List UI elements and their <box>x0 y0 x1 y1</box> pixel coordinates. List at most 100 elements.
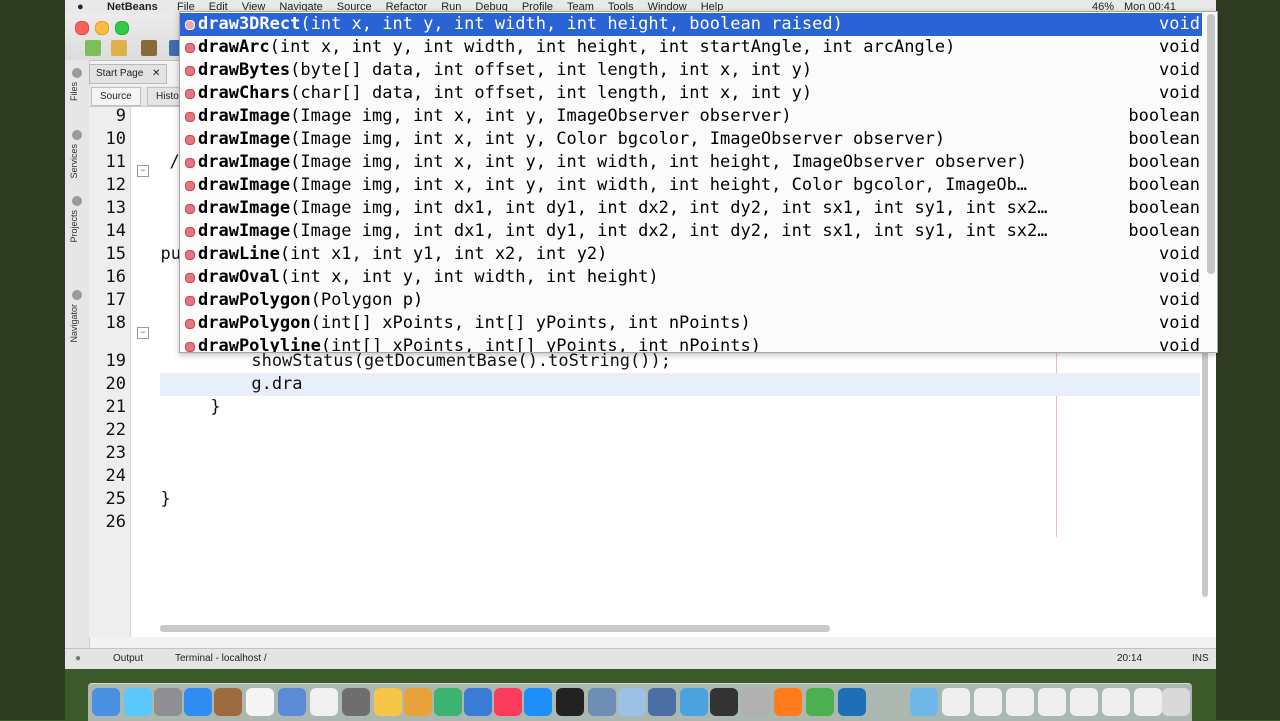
terminal-tab[interactable]: Terminal - localhost / <box>175 649 267 669</box>
zoom-window-button[interactable] <box>115 21 129 35</box>
disk-utility-icon[interactable] <box>742 688 770 716</box>
notes-icon[interactable] <box>310 688 338 716</box>
word-icon[interactable] <box>680 688 708 716</box>
completion-return-type: boolean <box>1128 197 1200 220</box>
completion-return-type: void <box>1159 82 1200 105</box>
line-number: 20 <box>105 374 126 394</box>
method-icon <box>185 43 195 53</box>
document-icon[interactable] <box>1102 688 1130 716</box>
navigator-icon[interactable] <box>72 290 82 300</box>
services-panel-tab[interactable]: Services <box>69 144 79 179</box>
files-icon[interactable] <box>72 68 82 78</box>
contacts-icon[interactable] <box>214 688 242 716</box>
completion-item[interactable]: drawImage(Image img, int x, int y, Image… <box>180 105 1202 128</box>
completion-signature: (char[] data, int offset, int length, in… <box>290 83 813 103</box>
trash-icon[interactable] <box>1162 688 1190 716</box>
line-number: 11 <box>105 152 126 172</box>
caret-position: 20:14 <box>1117 653 1143 664</box>
completion-item[interactable]: drawImage(Image img, int x, int y, int w… <box>180 174 1202 197</box>
pages-icon[interactable] <box>404 688 432 716</box>
completion-signature: (int x1, int y1, int x2, int y2) <box>279 244 608 264</box>
completion-method-name: drawImage <box>198 221 291 241</box>
close-tab-icon[interactable]: ✕ <box>152 68 160 79</box>
output-tab[interactable]: Output <box>113 649 143 669</box>
preview-icon[interactable] <box>588 688 616 716</box>
document-icon[interactable] <box>1038 688 1066 716</box>
new-file-icon[interactable] <box>85 40 101 56</box>
completion-item[interactable]: drawPolyline(int[] xPoints, int[] yPoint… <box>180 335 1202 352</box>
finder-icon[interactable] <box>92 688 120 716</box>
completion-item-selected[interactable]: draw3DRect(int x, int y, int width, int … <box>180 13 1202 36</box>
completion-method-name: drawOval <box>198 267 280 287</box>
completion-return-type: void <box>1159 36 1200 59</box>
line-number: 21 <box>105 397 126 417</box>
output-icon[interactable]: ● <box>75 649 81 669</box>
firefox-icon[interactable] <box>774 688 802 716</box>
terminal-icon[interactable] <box>556 688 584 716</box>
line-number: 16 <box>105 267 126 287</box>
completion-item[interactable]: drawBytes(byte[] data, int offset, int l… <box>180 59 1202 82</box>
horizontal-scrollbar[interactable] <box>160 625 830 632</box>
completion-item[interactable]: drawOval(int x, int y, int width, int he… <box>180 266 1202 289</box>
services-icon[interactable] <box>72 130 82 140</box>
fold-toggle-icon[interactable]: − <box>137 165 149 177</box>
completion-signature: (Polygon p) <box>310 290 424 310</box>
source-tab[interactable]: Source <box>91 87 141 106</box>
completion-return-type: boolean <box>1128 105 1200 128</box>
apple-menu-icon[interactable]: ● <box>77 0 84 14</box>
completion-item[interactable]: drawChars(char[] data, int offset, int l… <box>180 82 1202 105</box>
completion-item[interactable]: drawImage(Image img, int dx1, int dy1, i… <box>180 197 1202 220</box>
safari-icon[interactable] <box>184 688 212 716</box>
completion-item[interactable]: drawImage(Image img, int x, int y, int w… <box>180 151 1202 174</box>
keynote-icon[interactable] <box>464 688 492 716</box>
navigator-panel-tab[interactable]: Navigator <box>69 304 79 343</box>
method-icon <box>185 20 195 30</box>
completion-return-type: void <box>1159 243 1200 266</box>
document-icon[interactable] <box>1006 688 1034 716</box>
document-icon[interactable] <box>942 688 970 716</box>
completion-method-name: drawBytes <box>198 60 291 80</box>
new-project-icon[interactable] <box>111 40 127 56</box>
numbers-icon[interactable] <box>434 688 462 716</box>
code-line: } <box>149 397 221 417</box>
completion-item[interactable]: drawImage(Image img, int x, int y, Color… <box>180 128 1202 151</box>
completion-method-name: drawPolygon <box>198 313 311 333</box>
tab-start-page[interactable]: Start Page ✕ <box>89 64 168 84</box>
console-icon[interactable] <box>710 688 738 716</box>
netbeans-icon[interactable] <box>618 688 646 716</box>
completion-signature: (byte[] data, int offset, int length, in… <box>290 60 813 80</box>
minimize-window-button[interactable] <box>95 21 109 35</box>
files-panel-tab[interactable]: Files <box>69 82 79 101</box>
system-preferences-icon[interactable] <box>342 688 370 716</box>
document-icon[interactable] <box>1070 688 1098 716</box>
right-background <box>1216 0 1280 720</box>
completion-item[interactable]: drawArc(int x, int y, int width, int hei… <box>180 36 1202 59</box>
code-line: showStatus(getDocumentBase().toString())… <box>149 351 671 371</box>
completion-scrollbar[interactable] <box>1207 14 1215 274</box>
open-project-icon[interactable] <box>141 40 157 56</box>
app-name-menu[interactable]: NetBeans <box>107 0 158 14</box>
siri-icon[interactable] <box>124 688 152 716</box>
completion-return-type: boolean <box>1128 220 1200 243</box>
completion-item[interactable]: drawImage(Image img, int dx1, int dy1, i… <box>180 220 1202 243</box>
document-icon[interactable] <box>1134 688 1162 716</box>
projects-panel-tab[interactable]: Projects <box>69 210 79 243</box>
projects-icon[interactable] <box>72 196 82 206</box>
photos-icon[interactable] <box>374 688 402 716</box>
calendar-icon[interactable] <box>246 688 274 716</box>
completion-return-type: void <box>1159 312 1200 335</box>
close-window-button[interactable] <box>75 21 89 35</box>
completion-item[interactable]: drawLine(int x1, int y1, int x2, int y2)… <box>180 243 1202 266</box>
completion-item[interactable]: drawPolygon(int[] xPoints, int[] yPoints… <box>180 312 1202 335</box>
completion-item[interactable]: drawPolygon(Polygon p) void <box>180 289 1202 312</box>
document-icon[interactable] <box>974 688 1002 716</box>
downloads-folder-icon[interactable] <box>910 688 938 716</box>
xcode-icon[interactable] <box>648 688 676 716</box>
chrome-icon[interactable] <box>806 688 834 716</box>
launchpad-icon[interactable] <box>154 688 182 716</box>
mail-icon[interactable] <box>278 688 306 716</box>
app-store-icon[interactable] <box>524 688 552 716</box>
itunes-icon[interactable] <box>494 688 522 716</box>
fold-toggle-icon[interactable]: − <box>137 327 149 339</box>
quicktime-icon[interactable] <box>838 688 866 716</box>
